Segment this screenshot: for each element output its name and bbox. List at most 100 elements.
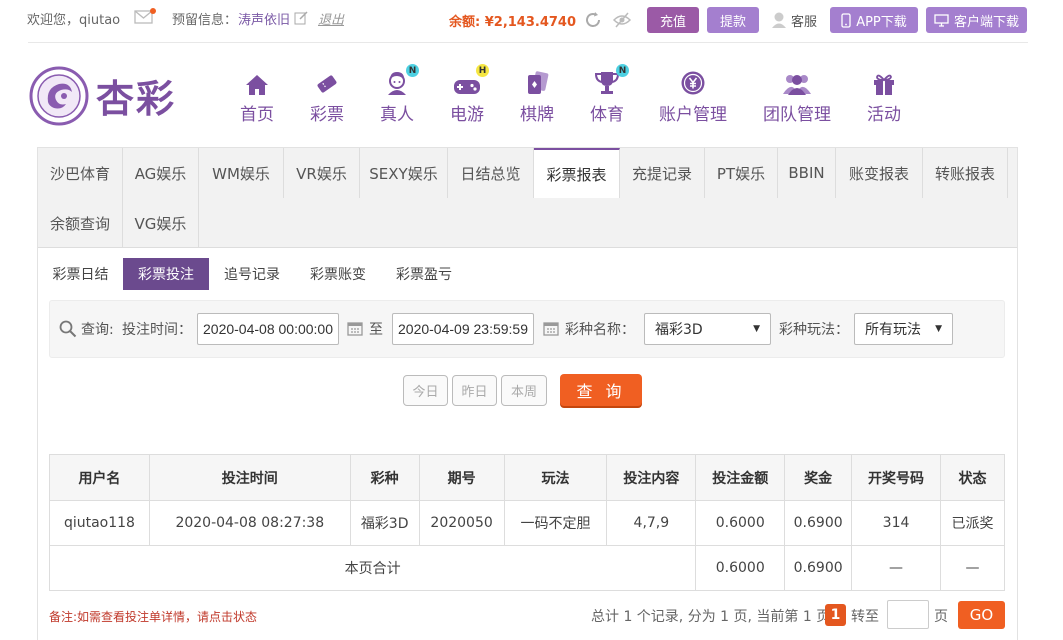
- cards-icon: [528, 71, 549, 94]
- tab-account-change[interactable]: 账变报表: [836, 148, 923, 198]
- start-time-input[interactable]: 2020-04-08 00:00:00: [197, 313, 339, 345]
- total-bet-amount: 0.6000: [695, 545, 786, 591]
- monitor-icon: [934, 13, 949, 27]
- tab-saba-sports[interactable]: 沙巴体育: [38, 148, 123, 198]
- lottery-select[interactable]: 福彩3D ▼: [644, 313, 771, 345]
- nav-electronic-games[interactable]: H 电游: [450, 64, 489, 125]
- app-download-button[interactable]: APP下载: [830, 7, 918, 33]
- nav-lottery[interactable]: 彩票: [310, 70, 344, 125]
- col-bet-content: 投注内容: [606, 454, 697, 501]
- nav-account-management[interactable]: 账户管理: [659, 70, 727, 125]
- search-icon: [59, 320, 77, 342]
- goto-label: 转至: [851, 609, 879, 625]
- tab-balance-query[interactable]: 余额查询: [38, 198, 123, 248]
- balance-display: 余额: ¥2,143.4740: [449, 11, 576, 30]
- total-label: 本页合计: [48, 545, 697, 591]
- client-download-label: 客户端下载: [953, 14, 1019, 30]
- tab-sexy[interactable]: SEXY娱乐: [360, 148, 448, 198]
- nav-home[interactable]: 首页: [240, 70, 274, 125]
- subtab-lottery-account-change[interactable]: 彩票账变: [305, 258, 371, 290]
- calendar-icon[interactable]: [347, 320, 363, 340]
- tab-vg[interactable]: VG娱乐: [123, 198, 199, 248]
- tab-transfer-report[interactable]: 转账报表: [923, 148, 1008, 198]
- tab-daily-overview[interactable]: 日结总览: [448, 148, 534, 198]
- cell-bonus: 0.6900: [784, 500, 853, 546]
- nav-promotions[interactable]: 活动: [867, 70, 901, 125]
- total-status: —: [939, 545, 1006, 591]
- play-type-select[interactable]: 所有玩法 ▼: [854, 313, 953, 345]
- cell-status-link[interactable]: 已派奖: [939, 500, 1006, 546]
- client-download-button[interactable]: 客户端下载: [926, 7, 1027, 33]
- current-page-button[interactable]: 1: [825, 604, 846, 626]
- tab-wm[interactable]: WM娱乐: [199, 148, 284, 198]
- logo-emblem[interactable]: [28, 66, 90, 130]
- reserved-info-value: 涛声依旧: [238, 13, 291, 28]
- subtab-lottery-daily[interactable]: 彩票日结: [49, 258, 112, 290]
- tab-deposit-withdraw[interactable]: 充提记录: [620, 148, 705, 198]
- bet-time-label: 投注时间：: [122, 322, 192, 338]
- col-draw-number: 开奖号码: [851, 454, 941, 501]
- brand-name[interactable]: 杏彩: [96, 68, 176, 123]
- total-bonus: 0.6900: [784, 545, 853, 591]
- subtab-lottery-profit-loss[interactable]: 彩票盈亏: [391, 258, 457, 290]
- query-submit-button[interactable]: 查 询: [560, 374, 642, 406]
- tab-lottery-report[interactable]: 彩票报表: [534, 148, 620, 198]
- col-play: 玩法: [503, 454, 608, 501]
- edit-icon[interactable]: [294, 10, 308, 29]
- cell-bet-time: 2020-04-08 08:27:38: [148, 500, 351, 546]
- total-row: 本页合计 0.6000 0.6900 — —: [48, 545, 1006, 591]
- nav-sports[interactable]: N 体育: [590, 64, 629, 125]
- nav-team-management[interactable]: 团队管理: [763, 70, 831, 125]
- logout-link[interactable]: 退出: [318, 9, 344, 28]
- col-bonus: 奖金: [784, 454, 853, 501]
- nav-chess-cards[interactable]: 棋牌: [520, 70, 554, 125]
- bets-table: 用户名 投注时间 彩种 期号 玩法 投注内容 投注金额 奖金 开奖号码 状态 q…: [48, 454, 1006, 591]
- nav-label: 活动: [867, 105, 901, 125]
- footer-note: 备注:如需查看投注单详情，请点击状态: [49, 610, 258, 624]
- customer-service-link[interactable]: 客服: [791, 11, 817, 30]
- go-button[interactable]: GO: [958, 601, 1005, 629]
- yen-coin-icon: [681, 71, 705, 95]
- divider: [28, 42, 1028, 43]
- app-download-label: APP下载: [856, 14, 907, 30]
- nav-badge: N: [616, 64, 629, 77]
- phone-icon: [841, 12, 851, 28]
- cell-play: 一码不定胆: [503, 500, 608, 546]
- col-bet-time: 投注时间: [148, 454, 351, 501]
- today-button[interactable]: 今日: [403, 375, 448, 406]
- customer-service-icon[interactable]: [771, 11, 787, 32]
- home-icon: [246, 75, 268, 95]
- tab-ag[interactable]: AG娱乐: [123, 148, 199, 198]
- chevron-down-icon: ▼: [753, 324, 760, 334]
- hide-eye-icon[interactable]: [612, 11, 632, 33]
- team-icon: [783, 75, 811, 95]
- page-unit-label: 页: [934, 609, 948, 625]
- welcome-text: 欢迎您，qiutao: [27, 13, 121, 28]
- mail-icon[interactable]: [134, 8, 156, 28]
- goto-page-input[interactable]: [887, 600, 929, 629]
- withdraw-button[interactable]: 提款: [707, 7, 759, 33]
- report-tabs: 沙巴体育 AG娱乐 WM娱乐 VR娱乐 SEXY娱乐 日结总览 彩票报表 充提记…: [38, 148, 1017, 248]
- subtab-chase-records[interactable]: 追号记录: [219, 258, 285, 290]
- this-week-button[interactable]: 本周: [501, 375, 547, 406]
- calendar-icon[interactable]: [543, 320, 559, 340]
- yesterday-button[interactable]: 昨日: [452, 375, 497, 406]
- tab-vr[interactable]: VR娱乐: [284, 148, 360, 198]
- subtab-lottery-bets[interactable]: 彩票投注: [123, 258, 209, 290]
- table-row: qiutao118 2020-04-08 08:27:38 福彩3D 20200…: [49, 500, 1006, 546]
- tab-pt[interactable]: PT娱乐: [705, 148, 778, 198]
- nav-label: 账户管理: [659, 105, 727, 125]
- play-type-select-value: 所有玩法: [865, 322, 921, 338]
- refresh-icon[interactable]: [584, 11, 602, 33]
- nav-live-casino[interactable]: N 真人: [380, 64, 419, 125]
- cell-issue: 2020050: [418, 500, 505, 546]
- cell-username: qiutao118: [49, 500, 150, 546]
- gift-icon: [874, 74, 894, 95]
- cell-draw-number: 314: [851, 500, 941, 546]
- nav-label: 电游: [450, 105, 484, 125]
- recharge-button[interactable]: 充值: [647, 7, 699, 33]
- top-bar: 欢迎您，qiutao 预留信息： 涛声依旧 退出 余额: ¥2,143.4740…: [0, 0, 1063, 44]
- end-time-input[interactable]: 2020-04-09 23:59:59: [392, 313, 534, 345]
- nav-badge: N: [406, 64, 419, 77]
- tab-bbin[interactable]: BBIN: [778, 148, 836, 198]
